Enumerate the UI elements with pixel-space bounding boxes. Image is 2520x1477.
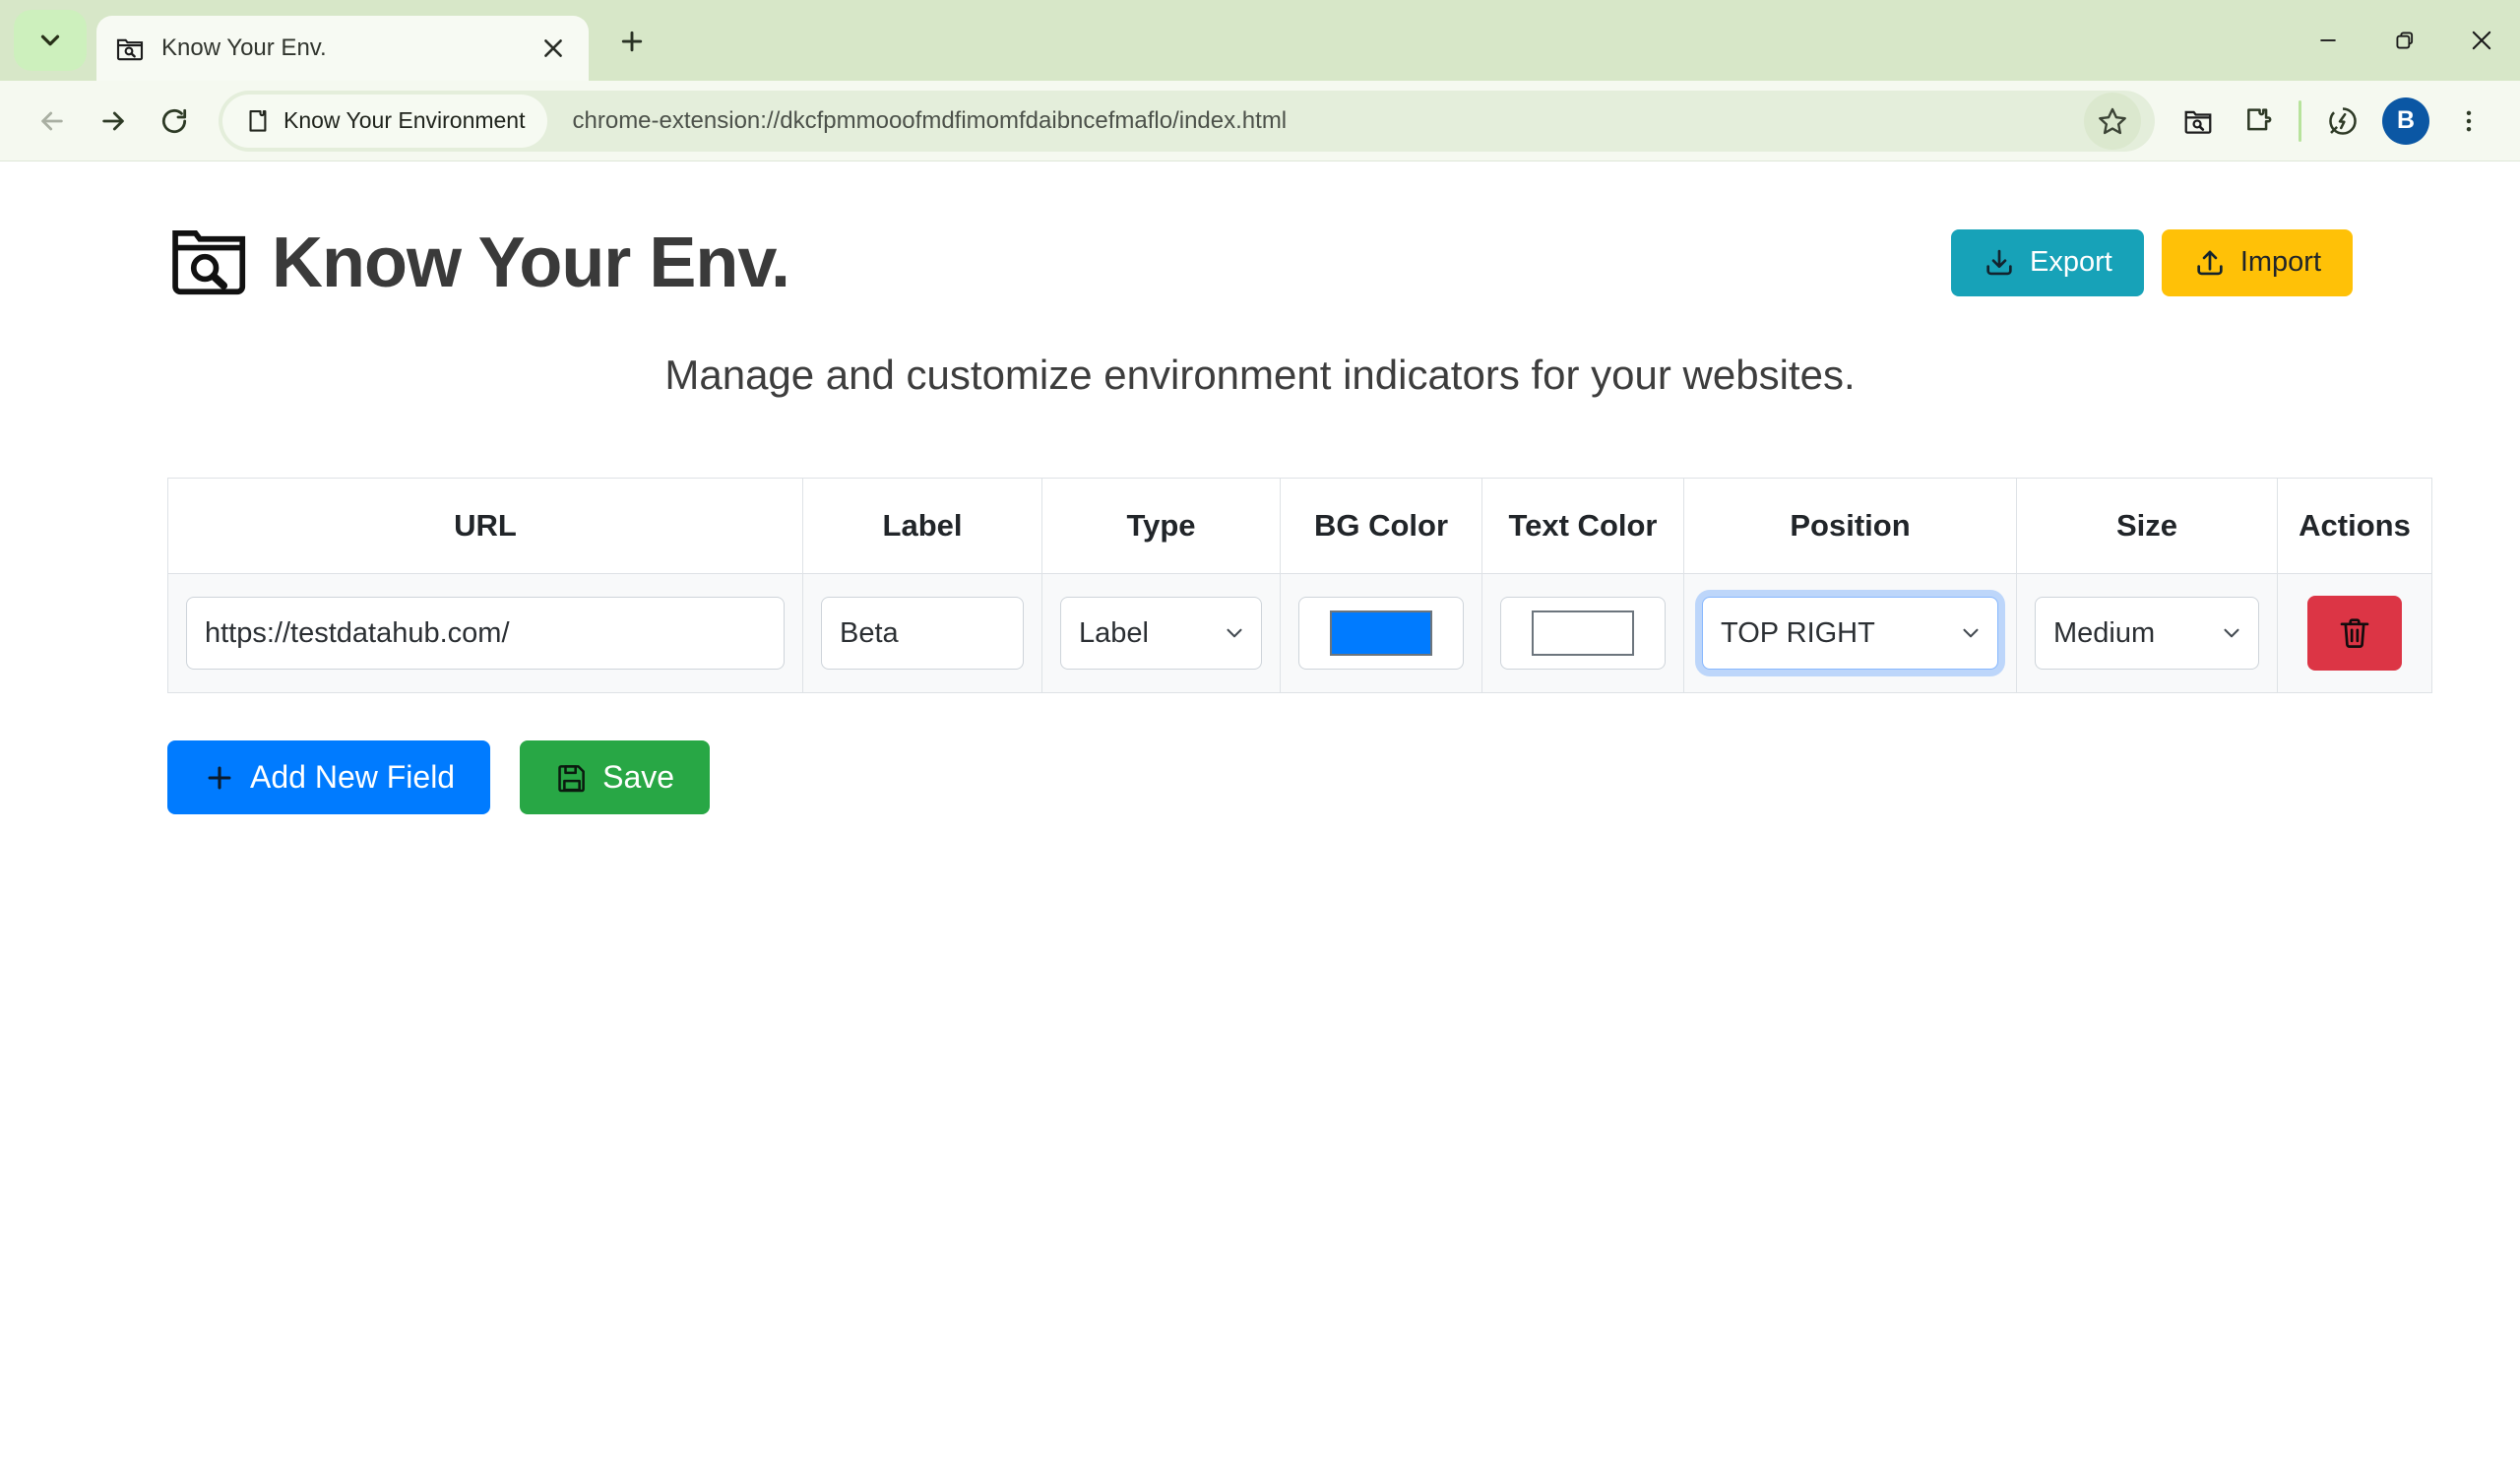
text-color-swatch <box>1532 610 1634 656</box>
restore-icon <box>2396 32 2414 49</box>
close-icon <box>2472 31 2491 50</box>
new-tab-button[interactable] <box>604 14 660 69</box>
text-color-picker[interactable] <box>1500 597 1666 670</box>
column-header-url: URL <box>167 478 803 574</box>
extension-origin-label: Know Your Environment <box>284 107 526 133</box>
brand: Know Your Env. <box>167 217 790 308</box>
chevron-down-icon <box>40 34 60 46</box>
cell-url: https://testdatahub.com/ <box>167 573 803 693</box>
export-button[interactable]: Export <box>1950 228 2144 296</box>
url-input[interactable]: https://testdatahub.com/ <box>186 597 785 670</box>
cell-position: TOP RIGHT <box>1683 573 2017 693</box>
cell-type: Label <box>1041 573 1281 693</box>
window-restore-button[interactable] <box>2366 0 2443 81</box>
forward-arrow-icon <box>102 111 124 130</box>
tab-close-icon[interactable] <box>536 31 571 66</box>
add-new-field-button[interactable]: Add New Field <box>167 740 491 814</box>
cell-actions <box>2277 573 2432 693</box>
plus-icon <box>208 766 231 789</box>
column-header-label: Label <box>802 478 1042 574</box>
toolbar-divider <box>2299 99 2301 142</box>
bg-color-picker[interactable] <box>1298 597 1464 670</box>
cell-label: Beta <box>802 573 1042 693</box>
page-header: Know Your Env. Export Import <box>167 217 2353 308</box>
reload-button[interactable] <box>144 91 205 152</box>
table-header-row: URL Label Type BG Color Text Color Posit… <box>167 478 2432 574</box>
column-header-size: Size <box>2016 478 2278 574</box>
tab-strip: Know Your Env. <box>0 0 2520 81</box>
download-icon <box>1986 249 2012 275</box>
chevron-down-icon <box>1963 628 1979 638</box>
column-header-position: Position <box>1683 478 2017 574</box>
chevron-down-icon <box>1227 628 1242 638</box>
delete-row-button[interactable] <box>2307 596 2402 671</box>
export-button-label: Export <box>2029 246 2112 278</box>
address-bar-url: chrome-extension://dkcfpmmooofmdfimomfda… <box>572 106 1288 134</box>
minimize-icon <box>2320 39 2336 41</box>
type-select-value: Label <box>1079 616 1149 649</box>
plus-icon <box>621 31 643 52</box>
tab-search-button[interactable] <box>14 10 87 71</box>
back-arrow-icon <box>41 111 63 130</box>
label-input[interactable]: Beta <box>821 597 1024 670</box>
bg-color-swatch <box>1330 610 1432 656</box>
floppy-disk-icon <box>558 764 585 792</box>
column-header-type: Type <box>1041 478 1281 574</box>
page-subtitle: Manage and customize environment indicat… <box>664 352 1856 398</box>
back-button[interactable] <box>22 91 83 152</box>
import-button-label: Import <box>2239 246 2321 278</box>
page-title: Know Your Env. <box>272 223 790 302</box>
type-select[interactable]: Label <box>1060 597 1262 670</box>
cell-size: Medium <box>2016 573 2278 693</box>
column-header-text-color: Text Color <box>1481 478 1684 574</box>
table-row: https://testdatahub.com/ Beta Label TOP … <box>167 573 2432 693</box>
save-button[interactable]: Save <box>520 740 711 814</box>
chrome-menu-button[interactable] <box>2439 91 2498 152</box>
page-content: Know Your Env. Export Import Manage and … <box>0 161 2520 1477</box>
extensions-puzzle-icon <box>2247 107 2272 130</box>
extension-puzzle-icon <box>249 109 267 132</box>
position-select-value: TOP RIGHT <box>1721 616 1875 649</box>
import-button[interactable]: Import <box>2161 228 2353 296</box>
position-select[interactable]: TOP RIGHT <box>1702 597 1998 670</box>
window-controls <box>2290 0 2520 81</box>
browser-window: Know Your Env. Know Your Environment chr… <box>0 0 2520 1477</box>
bookmark-star-icon[interactable] <box>2084 92 2141 150</box>
upload-icon <box>2197 250 2223 275</box>
chevron-down-icon <box>2224 628 2239 638</box>
browser-tab-know-your-env[interactable]: Know Your Env. <box>96 16 589 81</box>
energy-saver-button[interactable] <box>2313 91 2372 152</box>
browser-toolbar: Know Your Environment chrome-extension:/… <box>0 81 2520 161</box>
extension-know-your-environment-button[interactable] <box>2169 91 2228 152</box>
forward-button[interactable] <box>83 91 144 152</box>
add-new-field-label: Add New Field <box>250 759 456 795</box>
window-close-button[interactable] <box>2443 0 2520 81</box>
save-button-label: Save <box>602 759 675 795</box>
column-header-bg-color: BG Color <box>1280 478 1482 574</box>
bottom-actions: Add New Field Save <box>167 740 2353 814</box>
fields-table: URL Label Type BG Color Text Color Posit… <box>167 478 2432 693</box>
tab-title: Know Your Env. <box>161 34 327 61</box>
fields-table-wrapper: URL Label Type BG Color Text Color Posit… <box>167 478 2432 693</box>
extensions-button[interactable] <box>2228 91 2287 152</box>
reload-icon <box>161 108 187 133</box>
address-bar[interactable]: Know Your Environment chrome-extension:/… <box>219 90 2155 152</box>
header-actions: Export Import <box>1950 228 2353 296</box>
folder-search-logo-icon <box>167 217 254 308</box>
energy-saver-leaf-icon <box>2329 106 2357 135</box>
column-header-actions: Actions <box>2277 478 2432 574</box>
cell-text-color <box>1481 573 1684 693</box>
folder-search-icon <box>114 32 146 64</box>
window-minimize-button[interactable] <box>2290 0 2366 81</box>
profile-avatar[interactable]: B <box>2382 96 2429 145</box>
extension-origin-chip[interactable]: Know Your Environment <box>222 94 547 148</box>
size-select-value: Medium <box>2053 616 2156 649</box>
folder-search-extension-icon <box>2184 110 2212 134</box>
cell-bg-color <box>1280 573 1482 693</box>
size-select[interactable]: Medium <box>2035 597 2259 670</box>
trash-icon <box>2340 618 2369 648</box>
three-dot-menu-icon <box>2466 110 2472 131</box>
